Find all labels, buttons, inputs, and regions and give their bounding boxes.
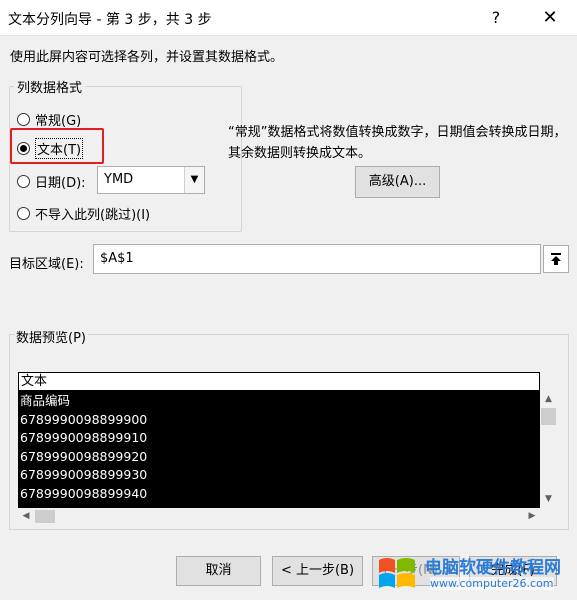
preview-row: 6789990098899900 bbox=[20, 411, 148, 427]
collapse-icon bbox=[551, 253, 561, 265]
radio-general-label[interactable]: 常规(G) bbox=[35, 110, 81, 129]
format-description: “常规”数据格式将数值转换成数字，日期值会转换成日期，其余数据则转换成文本。 bbox=[228, 125, 567, 161]
watermark-url: www.computer26.com bbox=[430, 577, 554, 590]
horizontal-scrollbar[interactable]: ◀ ▶ bbox=[18, 508, 540, 525]
destination-value[interactable]: $A$1 bbox=[100, 251, 134, 266]
watermark-title: 电脑软硬件教程网 bbox=[425, 558, 561, 578]
vertical-scrollbar[interactable]: ▲ ▼ bbox=[540, 391, 557, 508]
windows-logo-icon bbox=[379, 558, 415, 588]
chevron-down-icon[interactable]: ▼ bbox=[184, 167, 204, 193]
radio-date-indicator[interactable] bbox=[17, 175, 30, 188]
instructions-text: 使用此屏内容可选择各列，并设置其数据格式。 bbox=[10, 50, 284, 65]
radio-skip[interactable]: 不导入此列(跳过)(I) bbox=[17, 204, 150, 223]
preview-row: 6789990098899940 bbox=[20, 485, 148, 501]
date-format-select[interactable]: YMD ▼ bbox=[97, 166, 205, 194]
horizontal-scroll-thumb[interactable] bbox=[35, 510, 55, 523]
destination-input[interactable]: $A$1 bbox=[93, 244, 541, 274]
scroll-up-icon[interactable]: ▲ bbox=[540, 391, 557, 407]
scroll-left-icon[interactable]: ◀ bbox=[18, 508, 34, 525]
radio-skip-indicator[interactable] bbox=[17, 207, 30, 220]
date-format-value: YMD bbox=[104, 172, 134, 187]
advanced-button[interactable]: 高级(A)... bbox=[355, 166, 440, 198]
preview-label: 数据预览(P) bbox=[14, 327, 88, 346]
column-format-group-label: 列数据格式 bbox=[14, 77, 86, 96]
preview-row: 6789990098899930 bbox=[20, 467, 148, 482]
preview-grid[interactable]: 商品编码 6789990098899900 6789990098899910 6… bbox=[18, 391, 540, 508]
highlight-box bbox=[10, 128, 104, 164]
radio-date-label[interactable]: 日期(D): bbox=[35, 172, 86, 191]
window-title: 文本分列向导 - 第 3 步，共 3 步 bbox=[8, 12, 212, 28]
radio-date[interactable]: 日期(D): bbox=[17, 172, 86, 191]
preview-row: 6789990098899910 bbox=[20, 430, 148, 445]
close-button[interactable]: ✕ bbox=[538, 6, 562, 30]
scroll-down-icon[interactable]: ▼ bbox=[540, 491, 557, 507]
preview-row: 6789990098899920 bbox=[20, 448, 148, 464]
back-button[interactable]: < 上一步(B) bbox=[272, 556, 363, 586]
destination-label: 目标区域(E): bbox=[9, 257, 84, 272]
radio-general[interactable]: 常规(G) bbox=[17, 110, 81, 129]
radio-skip-label[interactable]: 不导入此列(跳过)(I) bbox=[35, 204, 150, 223]
vertical-scroll-thumb[interactable] bbox=[541, 408, 556, 425]
preview-column-header[interactable]: 文本 bbox=[18, 372, 540, 391]
preview-row: 商品编码 bbox=[20, 393, 71, 408]
scroll-right-icon[interactable]: ▶ bbox=[524, 508, 540, 525]
help-button[interactable]: ? bbox=[484, 6, 508, 30]
cancel-button[interactable]: 取消 bbox=[176, 556, 261, 586]
radio-general-indicator[interactable] bbox=[17, 113, 30, 126]
collapse-dialog-button[interactable] bbox=[543, 245, 569, 273]
title-bar: 文本分列向导 - 第 3 步，共 3 步 ? ✕ bbox=[0, 0, 577, 36]
